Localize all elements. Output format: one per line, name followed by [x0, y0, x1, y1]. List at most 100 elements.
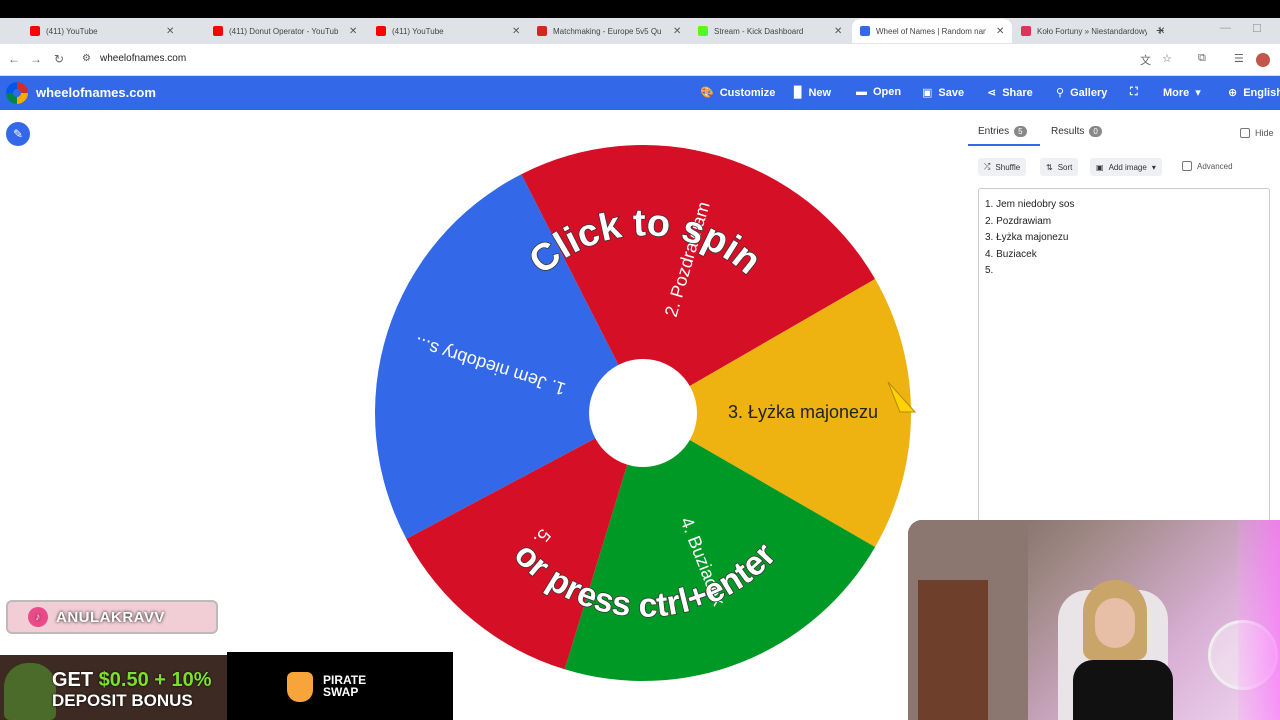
wheel-segment-label: 3. Łyżka majonezu: [728, 402, 878, 422]
advanced-checkbox[interactable]: [1182, 161, 1192, 171]
sidebar-icon[interactable]: ☰: [1234, 52, 1244, 65]
folder-icon: ▬: [856, 86, 867, 98]
menu-share[interactable]: ⋖ Share: [987, 86, 1033, 100]
browser-tab[interactable]: (411) YouTube ✕: [22, 20, 182, 42]
pirate-logo-icon: [287, 672, 313, 702]
tab-close-icon[interactable]: ✕: [512, 26, 520, 37]
hide-toggle[interactable]: Hide: [1240, 128, 1274, 138]
advanced-toggle[interactable]: Advanced: [1182, 161, 1233, 171]
menu-save[interactable]: ▣ Save: [922, 86, 964, 100]
tab-close-icon[interactable]: ✕: [349, 26, 357, 37]
tab-close-icon[interactable]: ✕: [996, 26, 1004, 37]
shuffle-button[interactable]: ⤮ Shuffle: [978, 158, 1027, 176]
hide-checkbox[interactable]: [1240, 128, 1250, 138]
pirate-logo-text: PIRATE SWAP: [323, 673, 367, 699]
browser-tab[interactable]: Koło Fortuny » Niestandardowy ✕: [1013, 20, 1173, 42]
browser-tab[interactable]: Matchmaking - Europe 5v5 Qu ✕: [529, 20, 689, 42]
tab-close-icon[interactable]: ✕: [166, 26, 174, 37]
sort-icon: ⇅: [1046, 162, 1053, 172]
tiktok-icon: ♪: [28, 607, 48, 627]
ad-banner-pirateswap[interactable]: PIRATE SWAP: [227, 652, 453, 720]
tab-title: (411) YouTube: [46, 26, 98, 36]
entry-line[interactable]: 2. Pozdrawiam: [985, 214, 1263, 231]
new-tab-button[interactable]: +: [1156, 22, 1164, 38]
tab-title: Koło Fortuny » Niestandardowy: [1037, 26, 1147, 36]
globe-icon: ⊕: [1228, 87, 1238, 99]
menu-gallery[interactable]: ⚲ Gallery: [1056, 86, 1108, 100]
tab-results[interactable]: Results 0: [1051, 126, 1102, 137]
tab-title: Matchmaking - Europe 5v5 Qu: [553, 26, 662, 36]
tab-favicon-icon: [376, 26, 386, 36]
extensions-icon[interactable]: ⧉: [1198, 52, 1206, 65]
back-icon[interactable]: ←: [8, 52, 20, 66]
tab-favicon-icon: [860, 26, 870, 36]
tab-favicon-icon: [1021, 26, 1031, 36]
file-icon: ▉: [794, 87, 803, 99]
menu-english[interactable]: ⊕ English: [1228, 86, 1280, 100]
tab-entries-label: Entries: [978, 126, 1010, 137]
address-bar: ← → ↻ ⚙ wheelofnames.com 文 ☆ ⧉ ☰: [0, 44, 1280, 76]
menu-label: Gallery: [1070, 86, 1108, 99]
entry-line[interactable]: 3. Łyżka majonezu: [985, 230, 1263, 247]
site-info-icon[interactable]: ⚙: [82, 53, 91, 64]
webcam-cabinet: [918, 580, 988, 720]
image-icon: ▣: [1096, 162, 1104, 172]
active-tab-indicator: [968, 144, 1040, 146]
wheel-logo-icon[interactable]: [6, 82, 28, 104]
search-icon: ⚲: [1056, 87, 1065, 99]
social-handle-badge: ♪ ANULAKRAVV: [6, 600, 218, 634]
tab-title: (411) Donut Operator - YouTub: [229, 26, 339, 36]
add-image-label: Add image: [1108, 162, 1147, 172]
entries-panel: Entries 5 Results 0 Hide ⤮ Shuffle ⇅ Sor…: [968, 118, 1280, 528]
entry-line[interactable]: 5.: [985, 263, 1263, 280]
maximize-icon[interactable]: ☐: [1252, 22, 1262, 35]
profile-avatar[interactable]: [1256, 53, 1270, 67]
advanced-label: Advanced: [1197, 161, 1233, 171]
tab-entries[interactable]: Entries 5: [978, 126, 1027, 137]
browser-tab[interactable]: (411) YouTube ✕: [368, 20, 528, 42]
add-image-button[interactable]: ▣ Add image ▾: [1090, 158, 1162, 176]
tab-favicon-icon: [537, 26, 547, 36]
minimize-icon[interactable]: —: [1220, 22, 1231, 34]
forward-icon[interactable]: →: [30, 52, 42, 66]
results-count-badge: 0: [1089, 126, 1102, 137]
edit-pencil-icon[interactable]: ✎: [6, 122, 30, 146]
sort-label: Sort: [1057, 162, 1073, 172]
social-handle-text: ANULAKRAVV: [56, 608, 165, 626]
wheel[interactable]: 1. Jem niedobry s... 2. Pozdrawiam 3. Łyżk…: [360, 140, 930, 695]
menu-open[interactable]: ▬ Open: [856, 86, 901, 98]
sort-button[interactable]: ⇅ Sort: [1040, 158, 1079, 176]
browser-tab[interactable]: (411) Donut Operator - YouTub ✕: [205, 20, 365, 42]
tab-close-icon[interactable]: ✕: [673, 26, 681, 37]
browser-tabstrip: (411) YouTube ✕ (411) Donut Operator - You…: [0, 0, 1280, 44]
menu-customize[interactable]: 🎨 Customize: [700, 86, 775, 100]
menu-label: English: [1243, 86, 1280, 99]
entry-line[interactable]: 1. Jem niedobry sos: [985, 197, 1263, 214]
brand-title[interactable]: wheelofnames.com: [36, 85, 156, 100]
menu-new[interactable]: ▉ New: [794, 86, 831, 100]
wheel-svg[interactable]: 1. Jem niedobry s...2. Pozdrawiam3. Łyżk…: [360, 140, 930, 695]
tab-close-icon[interactable]: ✕: [834, 26, 842, 37]
entries-textarea[interactable]: 1. Jem niedobry sos 2. Pozdrawiam 3. Łyżka…: [978, 188, 1270, 528]
palette-icon: 🎨: [700, 87, 714, 99]
ad-banner-bonus[interactable]: GET $0.50 + 10% DEPOSIT BONUS: [0, 655, 227, 720]
browser-tab[interactable]: Wheel of Names | Random nan ✕: [852, 19, 1013, 43]
browser-tab[interactable]: Stream - Kick Dashboard ✕: [690, 20, 850, 42]
hide-label: Hide: [1255, 128, 1274, 138]
tab-favicon-icon: [213, 26, 223, 36]
app-header: wheelofnames.com 🎨 Customize ▉ New ▬ Open ▣ Sav…: [0, 76, 1280, 110]
share-icon: ⋖: [987, 87, 997, 99]
entry-line[interactable]: 4. Buziacek: [985, 247, 1263, 264]
translate-icon[interactable]: 文: [1140, 52, 1151, 68]
chevron-down-icon: ▾: [1195, 87, 1201, 99]
menu-fullscreen[interactable]: ⛶: [1130, 86, 1144, 99]
bookmark-star-icon[interactable]: ☆: [1162, 52, 1172, 65]
reload-icon[interactable]: ↻: [54, 52, 64, 66]
menu-label: More: [1163, 86, 1190, 99]
tab-favicon-icon: [30, 26, 40, 36]
save-icon: ▣: [922, 87, 933, 99]
menu-more[interactable]: More ▾: [1163, 86, 1201, 100]
menu-label: Open: [873, 86, 902, 98]
url-field[interactable]: wheelofnames.com: [100, 53, 186, 64]
tab-title: Stream - Kick Dashboard: [714, 26, 804, 36]
